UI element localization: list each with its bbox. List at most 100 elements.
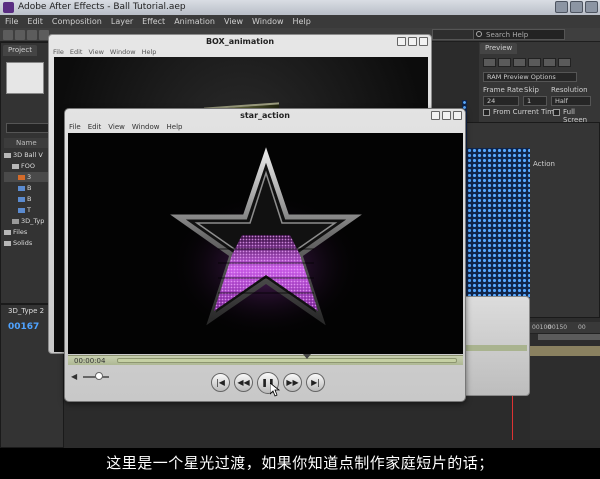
tab-preview[interactable]: Preview xyxy=(480,43,518,54)
folder-icon xyxy=(4,152,11,158)
resolution-label: Resolution xyxy=(551,86,588,94)
after-effects-icon xyxy=(3,2,14,13)
maximize-button[interactable] xyxy=(442,111,451,120)
star-video-screen xyxy=(68,133,463,354)
minimize-button[interactable] xyxy=(397,37,406,46)
ruler-tick: 00 xyxy=(578,324,586,331)
project-search-input[interactable] xyxy=(6,123,54,133)
preview-transport xyxy=(483,58,571,67)
layer-duration-bar[interactable] xyxy=(530,346,600,356)
footage-icon xyxy=(18,185,25,191)
search-placeholder: Search Help xyxy=(486,31,529,39)
minimize-button[interactable] xyxy=(431,111,440,120)
current-time-readout: 00:00:04 xyxy=(74,357,106,365)
menu-edit[interactable]: Edit xyxy=(88,123,102,131)
menu-view[interactable]: View xyxy=(88,48,103,56)
ram-preview-icon[interactable] xyxy=(558,58,571,67)
menu-composition[interactable]: Composition xyxy=(52,15,102,28)
video-subtitle: 这里是一个星光过渡，如果你知道点制作家庭短片的话； xyxy=(0,448,600,479)
project-thumbnail xyxy=(6,62,44,94)
close-button[interactable] xyxy=(419,37,428,46)
menu-file[interactable]: File xyxy=(69,123,81,131)
first-frame-icon[interactable] xyxy=(483,58,496,67)
star-window-controls xyxy=(431,111,462,120)
skip-label: Skip xyxy=(524,86,539,94)
tab-project[interactable]: Project xyxy=(3,45,37,56)
app-titlebar: Adobe After Effects - Ball Tutorial.aep xyxy=(0,0,600,15)
ruler-tick: 00150 xyxy=(548,324,568,331)
menu-edit[interactable]: Edit xyxy=(70,48,83,56)
minimize-button[interactable] xyxy=(555,1,568,13)
timeline-timecode[interactable]: 00167 xyxy=(8,322,39,332)
menu-help[interactable]: Help xyxy=(293,15,311,28)
menu-window[interactable]: Window xyxy=(252,15,284,28)
menu-window[interactable]: Window xyxy=(132,123,160,131)
play-icon[interactable] xyxy=(513,58,526,67)
close-button[interactable] xyxy=(585,1,598,13)
menu-effect[interactable]: Effect xyxy=(142,15,165,28)
menu-help[interactable]: Help xyxy=(142,48,157,56)
menu-edit[interactable]: Edit xyxy=(27,15,43,28)
star-action-window[interactable]: star_action File Edit View Window Help 0… xyxy=(64,108,466,402)
menu-view[interactable]: View xyxy=(224,15,243,28)
from-current-time-label: From Current Time xyxy=(493,108,559,116)
composition-icon xyxy=(18,174,25,180)
ae-menubar: File Edit Composition Layer Effect Anima… xyxy=(0,15,600,28)
search-icon xyxy=(476,31,482,37)
box-window-controls xyxy=(397,37,428,46)
workspace-select[interactable] xyxy=(432,29,474,40)
third-player-track[interactable] xyxy=(465,345,527,351)
zoom-tool-icon[interactable] xyxy=(27,30,37,40)
folder-icon xyxy=(4,240,11,246)
last-frame-icon[interactable] xyxy=(543,58,556,67)
work-area-bar[interactable] xyxy=(538,334,600,340)
full-screen-checkbox[interactable] xyxy=(553,109,560,116)
dots-video-preview xyxy=(462,148,530,298)
footage-icon xyxy=(18,196,25,202)
skip-select[interactable]: 1 xyxy=(523,96,547,106)
menu-layer[interactable]: Layer xyxy=(111,15,133,28)
playhead-marker[interactable] xyxy=(303,354,312,359)
prev-frame-icon[interactable] xyxy=(498,58,511,67)
resolution-select[interactable]: Half xyxy=(551,96,591,106)
menu-view[interactable]: View xyxy=(108,123,125,131)
frame-rate-label: Frame Rate xyxy=(483,86,524,94)
go-to-start-button[interactable]: |◀ xyxy=(211,373,230,392)
selection-tool-icon[interactable] xyxy=(3,30,13,40)
menu-file[interactable]: File xyxy=(53,48,64,56)
hand-tool-icon[interactable] xyxy=(15,30,25,40)
composition-icon xyxy=(12,218,19,224)
menu-help[interactable]: Help xyxy=(167,123,183,131)
rewind-button[interactable]: ◀◀ xyxy=(234,373,253,392)
frame-rate-select[interactable]: 24 xyxy=(483,96,519,106)
search-help-input[interactable]: Search Help xyxy=(473,29,565,40)
box-window-title: BOX_animation xyxy=(205,37,275,46)
go-to-end-button[interactable]: ▶| xyxy=(306,373,325,392)
preview-panel: Preview RAM Preview Options Frame Rate S… xyxy=(479,42,600,124)
mouse-cursor-icon xyxy=(270,383,280,397)
menu-animation[interactable]: Animation xyxy=(174,15,215,28)
time-ruler[interactable]: 00100 00150 00 xyxy=(530,322,600,334)
window-controls xyxy=(555,1,598,13)
next-frame-icon[interactable] xyxy=(528,58,541,67)
ram-preview-options-select[interactable]: RAM Preview Options xyxy=(483,72,577,82)
folder-icon xyxy=(12,163,19,169)
glowing-star-graphic xyxy=(146,147,386,338)
menu-file[interactable]: File xyxy=(5,15,18,28)
maximize-button[interactable] xyxy=(570,1,583,13)
footage-icon xyxy=(18,207,25,213)
player-controls: |◀ ◀◀ ❚❚ ▶▶ ▶| xyxy=(211,372,325,394)
volume-knob[interactable] xyxy=(94,372,103,380)
fast-forward-button[interactable]: ▶▶ xyxy=(283,373,302,392)
maximize-button[interactable] xyxy=(408,37,417,46)
third-player-window[interactable] xyxy=(462,296,530,396)
close-button[interactable] xyxy=(453,111,462,120)
menu-window[interactable]: Window xyxy=(110,48,136,56)
tab-timeline-comp[interactable]: 3D_Type 2× xyxy=(8,307,53,315)
box-window-menu: File Edit View Window Help xyxy=(53,48,156,56)
star-window-menu: File Edit View Window Help xyxy=(69,123,182,131)
playback-scrubber[interactable] xyxy=(117,358,457,363)
from-current-time-checkbox[interactable] xyxy=(483,109,490,116)
speaker-icon[interactable]: ◀ xyxy=(71,372,77,381)
star-window-title: star_action xyxy=(240,111,290,120)
